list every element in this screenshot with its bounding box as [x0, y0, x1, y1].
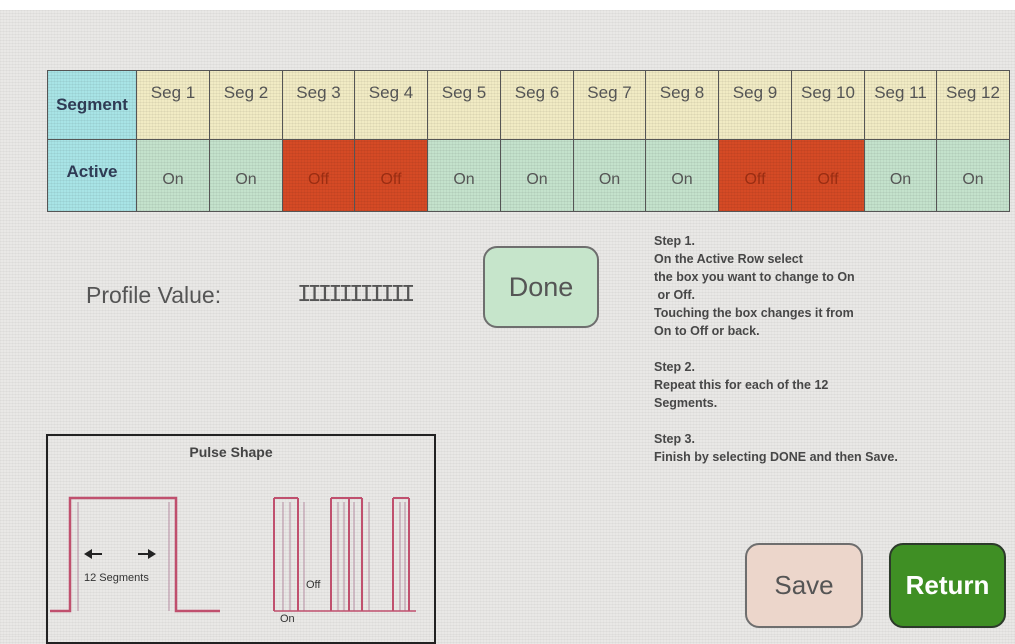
profile-value-label: Profile Value: — [86, 282, 222, 308]
top-strip — [0, 0, 1015, 10]
segment-header-1: Seg 1 — [137, 70, 210, 140]
active-row-header: Active — [47, 140, 137, 212]
profile-value: IIIIIIIIIII — [297, 282, 415, 309]
segmented-pulse-gridlines — [282, 502, 406, 611]
instruction-step-2: Step 2. Repeat this for each of the 12 S… — [654, 358, 964, 412]
right-arrow-icon — [138, 549, 156, 559]
segment-header-11: Seg 11 — [865, 70, 937, 140]
instruction-line: Step 3. — [654, 432, 695, 446]
instruction-line: On the Active Row select — [654, 252, 803, 266]
segment-header-6: Seg 6 — [501, 70, 574, 140]
pulse-shape-panel: Pulse Shape 12 Segments Off On — [46, 434, 436, 644]
left-arrow-icon — [84, 549, 102, 559]
off-label: Off — [306, 579, 321, 591]
segment-toggle-10[interactable]: Off — [792, 140, 865, 212]
segment-header-8: Seg 8 — [646, 70, 719, 140]
return-button[interactable]: Return — [889, 543, 1006, 628]
instruction-gap — [654, 340, 964, 358]
segments-label: 12 Segments — [84, 572, 149, 584]
save-button[interactable]: Save — [745, 543, 863, 628]
segment-toggle-8[interactable]: On — [646, 140, 719, 212]
segment-toggle-1[interactable]: On — [137, 140, 210, 212]
segment-header-4: Seg 4 — [355, 70, 428, 140]
single-pulse-waveform — [50, 496, 220, 613]
segment-toggle-12[interactable]: On — [937, 140, 1010, 212]
segment-toggle-3[interactable]: Off — [283, 140, 355, 212]
segment-header-9: Seg 9 — [719, 70, 792, 140]
segment-row-header: Segment — [47, 70, 137, 140]
segment-toggle-5[interactable]: On — [428, 140, 501, 212]
segmented-pulse-train — [273, 497, 410, 611]
segment-toggle-6[interactable]: On — [501, 140, 574, 212]
segment-table: Segment Active Seg 1 On Seg 2 On Seg 3 Off Seg… — [47, 70, 1010, 212]
instruction-line: the box you want to change to On — [654, 270, 855, 284]
instruction-line: Repeat this for each of the 12 — [654, 378, 829, 392]
instruction-line: Finish by selecting DONE and then Save. — [654, 450, 898, 464]
done-button[interactable]: Done — [483, 246, 599, 328]
instruction-step-1: Step 1. On the Active Row select the box… — [654, 232, 964, 340]
segment-toggle-2[interactable]: On — [210, 140, 283, 212]
segment-header-10: Seg 10 — [792, 70, 865, 140]
instruction-line: Step 2. — [654, 360, 695, 374]
segment-toggle-7[interactable]: On — [574, 140, 646, 212]
segment-header-3: Seg 3 — [283, 70, 355, 140]
instruction-line: Segments. — [654, 396, 718, 410]
segment-header-5: Seg 5 — [428, 70, 501, 140]
instruction-line: On to Off or back. — [654, 324, 760, 338]
instruction-gap — [654, 412, 964, 430]
segment-header-12: Seg 12 — [937, 70, 1010, 140]
segment-header-2: Seg 2 — [210, 70, 283, 140]
instruction-line: Step 1. — [654, 234, 695, 248]
instruction-line: Touching the box changes it from — [654, 306, 854, 320]
pulse-shape-diagram: 12 Segments Off On — [50, 496, 416, 625]
instructions: Step 1. On the Active Row select the box… — [654, 232, 964, 466]
on-label: On — [280, 613, 295, 625]
segment-toggle-9[interactable]: Off — [719, 140, 792, 212]
segment-toggle-11[interactable]: On — [865, 140, 937, 212]
segment-toggle-4[interactable]: Off — [355, 140, 428, 212]
segment-header-7: Seg 7 — [574, 70, 646, 140]
instruction-line: or Off. — [654, 288, 695, 302]
instruction-step-3: Step 3. Finish by selecting DONE and the… — [654, 430, 964, 466]
